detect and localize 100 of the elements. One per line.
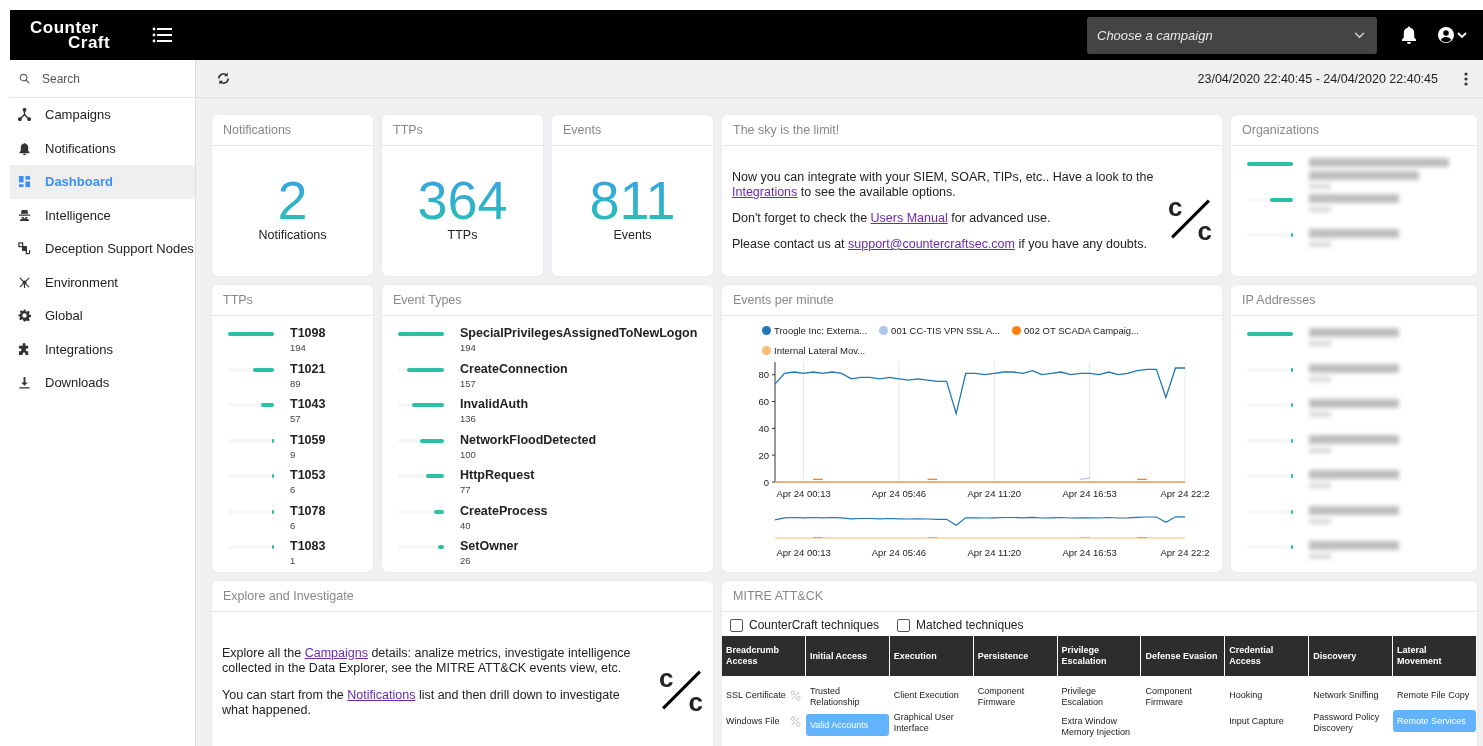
x-tick-label: Apr 24 22:2 <box>1160 488 1210 499</box>
campaign-select[interactable]: Choose a campaign <box>1087 16 1377 54</box>
info-text: Don't forget to check the Users Manual for advanced use. <box>732 211 1052 226</box>
sidebar-item[interactable]: Deception Support Nodes <box>10 232 195 266</box>
checkbox-label: CounterCraft techniques <box>749 618 880 632</box>
refresh-icon[interactable] <box>216 71 231 86</box>
y-tick-label: 0 <box>763 476 769 488</box>
legend-item[interactable]: Troogle Inc: Externa... <box>762 324 868 337</box>
checkbox-label: Matched techniques <box>916 618 1024 632</box>
bell-icon <box>18 141 31 155</box>
card-title: The sky is the limit! <box>722 115 1222 146</box>
technique-cell[interactable]: Password Policy Discovery <box>1309 710 1393 736</box>
item-count: 100 <box>460 448 477 460</box>
y-tick-label: 60 <box>758 396 769 408</box>
info-text: Explore all the Campaigns details: analize metrics, investigate intelligence collected in the Data Explorer, see the MITRE ATT&CK events view, etc. <box>222 645 632 676</box>
item-name: HttpRequest <box>460 468 535 482</box>
sidebar-item[interactable]: Notifications <box>10 131 195 165</box>
item-count: 6 <box>290 519 297 531</box>
legend-item[interactable]: Internal Lateral Mov... <box>762 343 866 357</box>
text-link[interactable]: Integrations <box>732 185 798 199</box>
puzzle-icon <box>18 342 31 356</box>
card-title: Explore and Investigate <box>212 581 713 612</box>
column-header: Defense Evasion <box>1141 636 1225 676</box>
technique-cell[interactable]: Component Firmware <box>973 684 1057 710</box>
card-title: TTPs <box>382 115 543 146</box>
item-name: T1059 <box>290 432 326 447</box>
hub-icon <box>18 275 31 289</box>
technique-cell[interactable]: Hooking <box>1225 684 1309 706</box>
item-count: 6 <box>290 484 297 495</box>
item-name: CreateProcess <box>460 503 548 518</box>
item-count: 157 <box>460 377 477 389</box>
card-title: MITRE ATT&CK <box>722 581 1477 612</box>
caret-icon <box>1354 31 1365 39</box>
sidebar-item[interactable]: Integrations <box>10 332 195 366</box>
item-count: 194 <box>460 342 477 353</box>
column-header: Breadcrumb Access <box>722 636 805 676</box>
item-count: 89 <box>290 377 302 389</box>
spy-icon <box>18 208 31 222</box>
x-tick-label: Apr 24 16:53 <box>1062 547 1117 558</box>
item-name: T1078 <box>290 503 326 518</box>
y-tick-label: 20 <box>758 449 769 461</box>
item-count: 1 <box>290 555 297 566</box>
item-name: CreateConnection <box>460 361 568 376</box>
item-count: 40 <box>460 519 472 531</box>
stat-caption: Notifications <box>258 228 327 242</box>
x-tick-label: Apr 24 05:46 <box>871 488 927 499</box>
text-link[interactable]: Campaigns <box>304 645 368 660</box>
column-header: Execution <box>889 636 973 676</box>
sidebar-item[interactable]: Intelligence <box>10 198 195 232</box>
card-title: Events <box>552 115 713 146</box>
more-options-icon[interactable] <box>1464 71 1468 86</box>
legend-item[interactable]: 001 CC-TIS VPN SSL A... <box>879 324 1001 337</box>
column-header: Lateral Movement <box>1393 636 1476 676</box>
item-count: 26 <box>460 555 472 566</box>
technique-cell[interactable]: Component Firmware <box>1141 684 1225 710</box>
checkbox[interactable] <box>730 618 743 632</box>
item-count: 57 <box>290 413 302 424</box>
sidebar-item[interactable]: Global <box>10 299 195 333</box>
x-tick-label: Apr 24 05:46 <box>871 547 927 558</box>
info-text: Now you can integrate with your SIEM, SOAR, TIPs, etc.. Have a look to the Integrations to see the available options. <box>732 170 1155 200</box>
technique-cell[interactable]: Windows File <box>722 710 805 732</box>
info-text: You can start from the Notifications list and then drill down to investigate what happened. <box>222 687 621 718</box>
sidebar-item[interactable]: Downloads <box>10 366 195 400</box>
item-name: T1083 <box>290 539 326 553</box>
technique-cell[interactable]: Extra Window Memory Injection <box>1057 714 1141 740</box>
x-tick-label: Apr 24 11:20 <box>967 488 1022 499</box>
technique-cell[interactable]: SSL Certificate <box>722 684 805 706</box>
item-name: NetworkFloodDetected <box>460 432 597 447</box>
date-range[interactable]: 23/04/2020 22:40:45 - 24/04/2020 22:40:45 <box>1197 71 1438 86</box>
technique-cell[interactable]: Input Capture <box>1225 710 1309 732</box>
sidebar-item[interactable]: Environment <box>10 265 195 299</box>
menu-icon[interactable] <box>152 27 173 43</box>
item-name: T1021 <box>290 361 326 376</box>
technique-cell[interactable]: Graphical User Interface <box>889 710 973 736</box>
column-header: Credential Access <box>1225 636 1309 676</box>
download-icon <box>18 376 31 390</box>
item-name: SetOwner <box>460 539 519 553</box>
item-count: 194 <box>290 342 307 353</box>
card-title: Organizations <box>1231 115 1477 146</box>
technique-cell[interactable]: Network Sniffing <box>1309 684 1393 706</box>
x-tick-label: Apr 24 00:13 <box>776 488 831 499</box>
column-header: Persistence <box>973 636 1057 676</box>
y-tick-label: 40 <box>758 422 769 434</box>
text-link[interactable]: Notifications <box>347 687 416 702</box>
user-menu-icon[interactable] <box>1437 26 1469 44</box>
technique-cell[interactable]: Client Execution <box>889 684 973 706</box>
checkbox[interactable] <box>897 618 911 632</box>
technique-cell[interactable]: Privilege Escalation <box>1057 684 1141 710</box>
column-header: Initial Access <box>805 636 889 676</box>
text-link[interactable]: support@countercraftsec.com <box>848 237 1015 251</box>
percent-icon <box>789 715 801 727</box>
legend-item[interactable]: 002 OT SCADA Campaig... <box>1012 324 1139 337</box>
card-title: Event Types <box>382 285 713 316</box>
search-field[interactable]: Search <box>40 70 174 87</box>
bell-icon[interactable] <box>1401 26 1417 44</box>
technique-cell[interactable]: Trusted Relationship <box>805 684 889 710</box>
sidebar-item[interactable]: Campaigns <box>10 98 195 132</box>
technique-cell[interactable]: Remote File Copy <box>1393 684 1476 706</box>
text-link[interactable]: Users Manual <box>870 211 948 225</box>
percent-icon <box>789 689 801 701</box>
